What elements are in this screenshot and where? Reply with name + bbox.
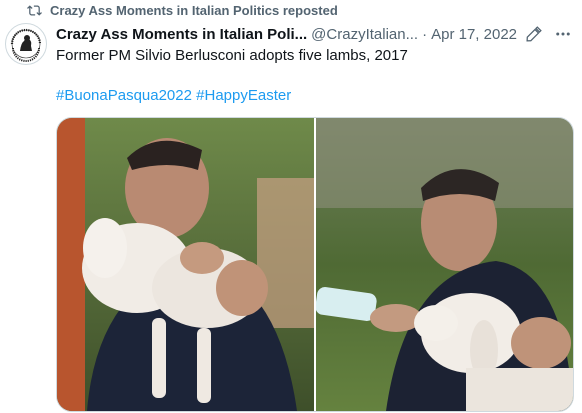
tweet-text: Former PM Silvio Berlusconi adopts five …: [56, 47, 408, 64]
hashtags-line: #BuonaPasqua2022 #HappyEaster: [56, 86, 291, 106]
tweet-header: Crazy Ass Moments in Italian Poli... @Cr…: [56, 24, 576, 44]
photo-bottle-feeding-lamb[interactable]: [316, 118, 573, 411]
hashtag-link[interactable]: #HappyEaster: [196, 87, 291, 104]
more-icon[interactable]: [554, 25, 572, 43]
edited-icon[interactable]: [525, 25, 542, 43]
display-name[interactable]: Crazy Ass Moments in Italian Poli...: [56, 26, 307, 43]
media-grid: [56, 117, 574, 412]
tweet-date[interactable]: Apr 17, 2022: [431, 26, 517, 43]
separator-dot: ·: [422, 25, 428, 43]
user-handle[interactable]: @CrazyItalian...: [311, 26, 418, 43]
hashtag-link[interactable]: #BuonaPasqua2022: [56, 87, 192, 104]
repost-icon: [27, 4, 42, 16]
avatar[interactable]: [5, 23, 47, 65]
photo-hugging-lamb[interactable]: [57, 118, 314, 411]
repost-indicator[interactable]: Crazy Ass Moments in Italian Politics re…: [27, 1, 338, 19]
repost-label: Crazy Ass Moments in Italian Politics re…: [50, 2, 338, 18]
